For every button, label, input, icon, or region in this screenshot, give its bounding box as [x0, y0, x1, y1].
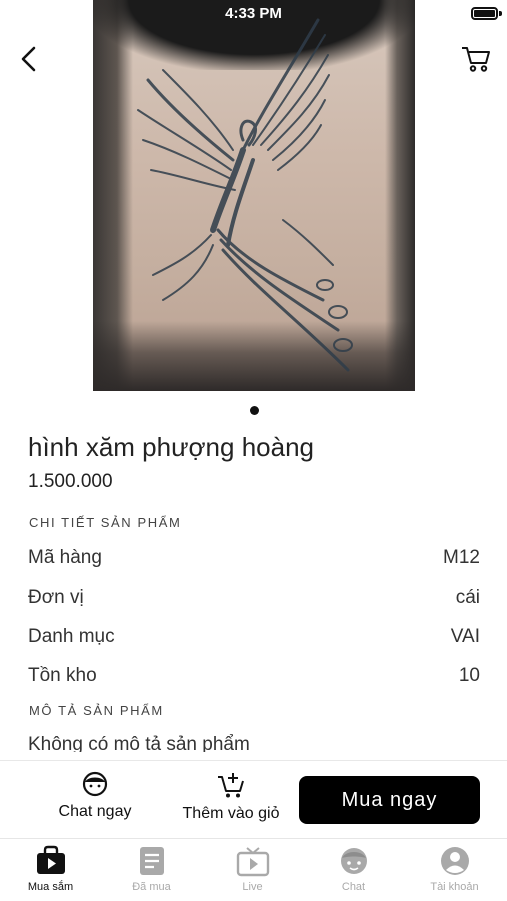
detail-value: M12	[443, 547, 480, 568]
chat-face-icon	[340, 848, 367, 874]
detail-value: VAI	[450, 626, 480, 647]
tv-play-icon	[236, 847, 269, 877]
description-section-header: MÔ TẢ SẢN PHẨM	[29, 703, 164, 718]
detail-row-category: Danh mục VAI	[28, 623, 480, 651]
tab-account[interactable]: Tài khoản	[404, 845, 505, 893]
tab-label: Chat	[341, 881, 366, 893]
chevron-left-icon	[21, 46, 36, 72]
product-description: Không có mô tả sản phẩm	[28, 734, 250, 752]
tab-purchased[interactable]: Đã mua	[101, 845, 202, 893]
cart-button[interactable]	[459, 42, 493, 76]
add-to-cart-button[interactable]: Thêm vào giỏ	[172, 771, 290, 823]
tab-label: Mua sắm	[27, 881, 74, 893]
detail-label: Mã hàng	[28, 547, 102, 568]
tab-label: Đã mua	[132, 881, 171, 893]
detail-row-unit: Đơn vị cái	[28, 584, 480, 612]
shopping-bag-play-icon	[36, 845, 65, 874]
cart-icon	[462, 47, 490, 72]
details-section-header: CHI TIẾT SẢN PHẨM	[29, 515, 182, 530]
document-icon	[139, 847, 164, 875]
buy-now-button[interactable]: Mua ngay	[299, 776, 480, 824]
tab-live[interactable]: Live	[202, 845, 303, 893]
phoenix-tattoo-illustration	[137, 18, 353, 372]
detail-row-sku: Mã hàng M12	[28, 544, 480, 572]
detail-row-stock: Tồn kho 10	[28, 662, 480, 690]
status-bar: Carrier 4:33 PM	[0, 0, 507, 28]
detail-label: Tồn kho	[28, 665, 97, 686]
tab-label: Tài khoản	[430, 881, 479, 893]
tab-chat[interactable]: Chat	[303, 845, 404, 893]
detail-label: Đơn vị	[28, 587, 84, 608]
cart-plus-icon	[218, 773, 244, 798]
image-pager-dot[interactable]	[250, 406, 259, 415]
detail-label: Danh mục	[28, 626, 115, 647]
tab-label: Live	[242, 881, 263, 893]
detail-value: 10	[458, 665, 480, 686]
product-title: hình xăm phượng hoàng	[28, 432, 314, 462]
back-button[interactable]	[14, 42, 44, 76]
status-time: 4:33 PM	[225, 5, 282, 22]
chat-face-icon	[82, 771, 108, 797]
user-icon	[440, 847, 469, 875]
detail-value: cái	[455, 587, 480, 608]
add-to-cart-label: Thêm vào giỏ	[182, 805, 280, 822]
product-price: 1.500.000	[28, 471, 113, 492]
chat-now-button[interactable]: Chat ngay	[45, 771, 145, 821]
action-bar: Chat ngay Thêm vào giỏ Mua ngay	[0, 760, 507, 839]
bottom-tab-bar: Mua sắm Đã mua Live Chat Tài khoản	[0, 838, 507, 901]
tab-shopping[interactable]: Mua sắm	[0, 845, 101, 893]
chat-now-label: Chat ngay	[58, 803, 132, 820]
product-image[interactable]	[93, 0, 415, 391]
battery-icon	[471, 7, 498, 20]
